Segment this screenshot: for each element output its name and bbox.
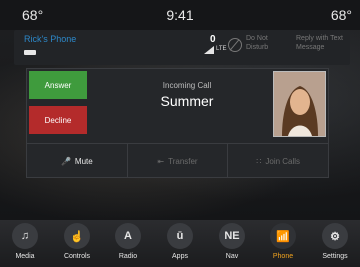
dock-label: Controls xyxy=(63,253,91,260)
compass-icon: NE xyxy=(219,223,245,249)
battery-icon xyxy=(24,50,36,55)
top-bar: 68° 9:41 68° xyxy=(0,0,360,30)
mute-label: Mute xyxy=(74,156,93,166)
incoming-call-label: Incoming Call xyxy=(162,81,212,90)
dock-label: Settings xyxy=(322,253,348,260)
join-calls-button[interactable]: ∷ Join Calls xyxy=(228,144,328,178)
caller-photo xyxy=(273,71,326,137)
caller-name: Summer xyxy=(160,93,214,109)
reply-with-text-button[interactable]: Reply with Text Message xyxy=(296,34,350,52)
dock-item-media[interactable]: ♫ Media xyxy=(0,220,50,267)
apps-icon: ū xyxy=(167,223,193,249)
clock: 9:41 xyxy=(166,7,194,23)
join-calls-icon: ∷ xyxy=(256,156,262,166)
network-type: LTE xyxy=(216,46,227,52)
dock-label: Media xyxy=(15,253,35,260)
do-not-disturb-button[interactable]: Do Not Disturb xyxy=(246,34,286,52)
dock-label: Phone xyxy=(272,253,294,260)
gear-icon: ⚙ xyxy=(322,223,348,249)
mute-button[interactable]: 🎤 Mute xyxy=(27,144,128,178)
bottom-dock: ♫ Media ☝ Controls A Radio ū Apps NE Nav… xyxy=(0,220,360,267)
transfer-label: Transfer xyxy=(168,156,198,166)
join-calls-label: Join Calls xyxy=(265,156,301,166)
dock-item-phone[interactable]: 📶 Phone xyxy=(258,220,308,267)
dock-item-radio[interactable]: A Radio xyxy=(103,220,153,267)
transfer-button[interactable]: ⇤ Transfer xyxy=(128,144,229,178)
incoming-call-panel: Answer Decline Incoming Call Summer 🎤 Mu… xyxy=(26,68,329,178)
dock-label: Apps xyxy=(172,253,188,260)
phone-name: Rick's Phone xyxy=(24,34,77,44)
dock-label: Radio xyxy=(118,253,138,260)
phone-signal-icon: 📶 xyxy=(270,223,296,249)
signal-icon xyxy=(204,46,214,54)
radio-antenna-icon: A xyxy=(115,223,141,249)
decline-button[interactable]: Decline xyxy=(29,106,87,134)
signal-count: 0 xyxy=(210,34,216,45)
screen: 68° 9:41 68° Rick's Phone 0 LTE Do Not D… xyxy=(0,0,360,267)
dock-label: Nav xyxy=(225,253,239,260)
answer-button[interactable]: Answer xyxy=(29,71,87,99)
do-not-disturb-icon[interactable] xyxy=(228,38,242,52)
microphone-icon: 🎤 xyxy=(60,156,71,166)
dock-item-settings[interactable]: ⚙ Settings xyxy=(310,220,360,267)
music-note-icon: ♫ xyxy=(12,223,38,249)
dock-item-nav[interactable]: NE Nav xyxy=(207,220,257,267)
dock-item-apps[interactable]: ū Apps xyxy=(155,220,205,267)
dock-item-controls[interactable]: ☝ Controls xyxy=(52,220,102,267)
call-actions: 🎤 Mute ⇤ Transfer ∷ Join Calls xyxy=(27,143,328,178)
status-bar: Rick's Phone 0 LTE Do Not Disturb Reply … xyxy=(14,30,350,65)
transfer-icon: ⇤ xyxy=(157,156,165,166)
hand-icon: ☝ xyxy=(64,223,90,249)
temperature-right[interactable]: 68° xyxy=(331,7,352,23)
